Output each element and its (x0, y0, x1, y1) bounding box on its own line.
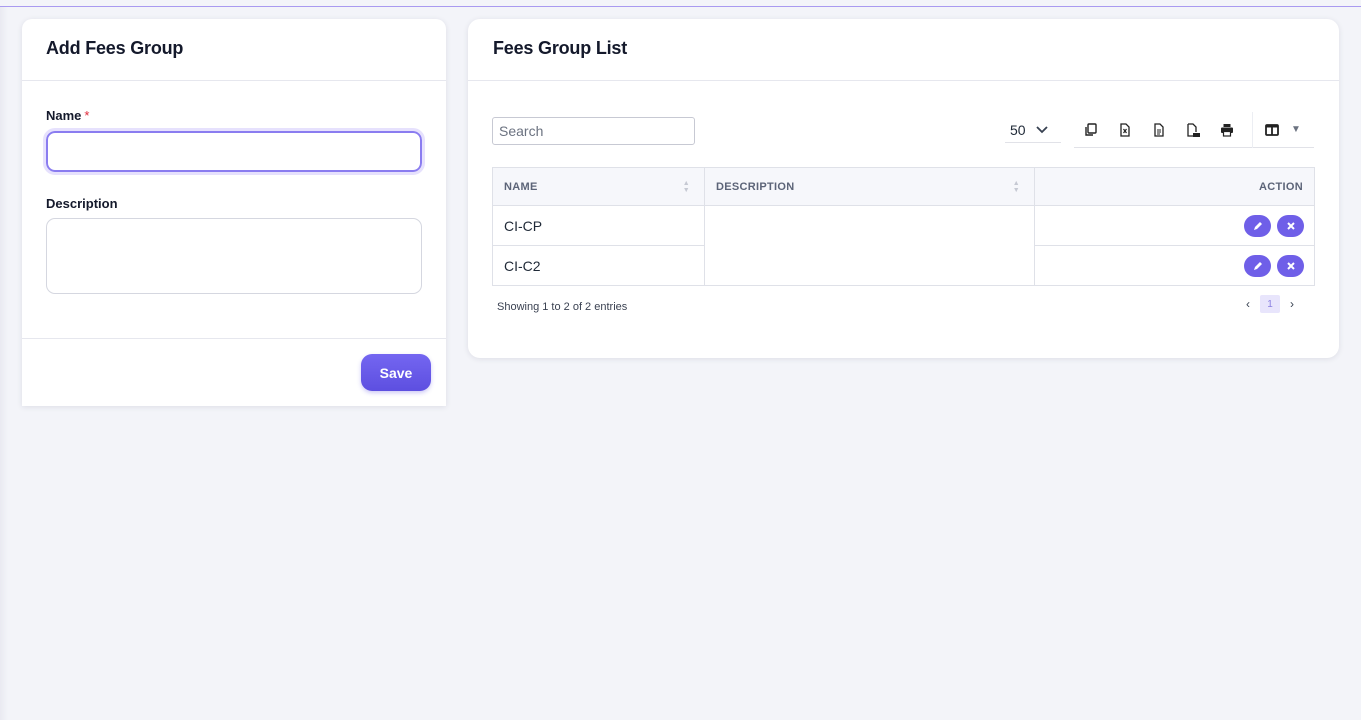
row-description-cell (704, 245, 1035, 286)
list-card-header-divider (468, 80, 1339, 81)
row-name-cell: CI-C2 (492, 245, 705, 286)
table-row: CI-CP (492, 205, 1315, 246)
pdf-icon (1187, 122, 1200, 137)
chevron-down-icon (1035, 123, 1048, 137)
pagination: ‹ 1 › (1246, 295, 1294, 313)
search-input[interactable]: Search (492, 117, 695, 145)
row-name-cell: CI-CP (492, 205, 705, 246)
excel-icon (1120, 122, 1130, 137)
pencil-icon (1253, 221, 1262, 230)
description-field-label: Description (46, 196, 118, 211)
csv-icon (1154, 122, 1164, 137)
csv-button[interactable] (1142, 115, 1176, 145)
page-length-select[interactable]: 50 (1005, 117, 1061, 143)
print-button[interactable] (1210, 115, 1244, 145)
delete-button[interactable] (1277, 214, 1304, 237)
top-border (0, 0, 1361, 7)
edit-button[interactable] (1244, 254, 1272, 277)
name-label-text: Name (46, 108, 82, 123)
column-header-name-label: NAME (504, 180, 538, 193)
column-header-name[interactable]: NAME ▲ ▼ (492, 167, 705, 206)
column-header-action-label: ACTION (1259, 180, 1303, 193)
print-icon (1221, 123, 1233, 137)
list-card-title: Fees Group List (493, 38, 628, 58)
left-edge-shadow (0, 7, 8, 720)
row-description-cell (704, 205, 1035, 246)
add-card-title: Add Fees Group (46, 38, 184, 58)
page-1-button[interactable]: 1 (1260, 295, 1280, 313)
column-visibility-button[interactable]: ▼ (1252, 111, 1301, 148)
previous-page-button[interactable]: ‹ (1246, 297, 1250, 311)
required-mark: * (84, 108, 90, 123)
edit-button[interactable] (1244, 214, 1272, 237)
add-card-header-divider (22, 80, 446, 81)
close-icon (1286, 221, 1295, 230)
sort-icon: ▲ ▼ (682, 180, 690, 194)
delete-button[interactable] (1277, 254, 1304, 277)
row-action-cell (1034, 205, 1315, 246)
caret-down-icon: ▼ (1291, 124, 1301, 135)
description-textarea[interactable] (46, 218, 422, 294)
row-action-cell (1034, 245, 1315, 286)
add-fees-group-card: Add Fees Group Name * Description Save (22, 19, 446, 406)
sort-icon: ▲ ▼ (1012, 180, 1020, 194)
export-toolbar: ▼ (1074, 111, 1314, 148)
close-icon (1286, 261, 1295, 270)
column-header-description[interactable]: DESCRIPTION ▲ ▼ (704, 167, 1035, 206)
name-input[interactable] (43, 128, 425, 175)
pencil-icon (1253, 261, 1262, 270)
columns-icon (1265, 123, 1279, 136)
table-info: Showing 1 to 2 of 2 entries (497, 301, 628, 313)
column-header-action: ACTION (1034, 167, 1315, 206)
column-header-description-label: DESCRIPTION (716, 180, 795, 193)
save-button[interactable]: Save (361, 354, 431, 391)
copy-icon (1085, 122, 1097, 136)
fees-group-table: NAME ▲ ▼ DESCRIPTION ▲ ▼ ACTION CI-CP CI… (492, 167, 1315, 286)
fees-group-list-card: Fees Group List Search 50 ▼ NAME ▲ ▼ DES… (468, 19, 1339, 358)
name-field-label: Name * (46, 108, 89, 123)
excel-button[interactable] (1108, 115, 1142, 145)
next-page-button[interactable]: › (1290, 297, 1294, 311)
search-placeholder: Search (499, 123, 544, 139)
pdf-button[interactable] (1176, 115, 1210, 145)
copy-button[interactable] (1074, 115, 1108, 145)
add-card-footer-divider (22, 338, 446, 339)
page-length-value: 50 (1010, 121, 1026, 138)
table-row: CI-C2 (492, 245, 1315, 286)
